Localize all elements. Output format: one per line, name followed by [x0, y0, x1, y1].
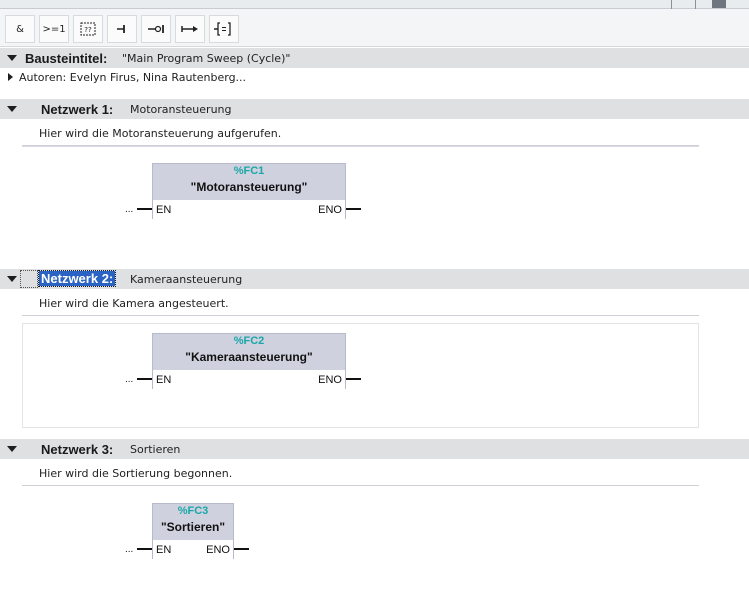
- fc2-eno-pin[interactable]: ENO: [318, 374, 342, 386]
- fc3-block[interactable]: %FC3 "Sortieren" EN ENO: [152, 503, 234, 560]
- negate-button[interactable]: [141, 15, 171, 43]
- network-1-header[interactable]: Netzwerk 1: Motoransteuerung: [0, 99, 749, 119]
- collapse-icon[interactable]: [7, 55, 17, 61]
- empty-box-button[interactable]: ??: [73, 15, 103, 43]
- scroll-notch[interactable]: [712, 0, 726, 8]
- network-2-label[interactable]: Netzwerk 2:: [37, 270, 117, 287]
- assign-icon: [180, 22, 200, 36]
- fc3-eno-wire: [234, 548, 249, 550]
- fc1-eno-pin[interactable]: ENO: [318, 204, 342, 216]
- empty-box-icon: ??: [79, 21, 97, 37]
- fc1-pins: EN ENO: [153, 200, 345, 220]
- network-2-title[interactable]: Kameraansteuerung: [130, 273, 242, 286]
- fc1-eno-wire: [346, 208, 361, 210]
- divider: [671, 0, 672, 9]
- network-2-comment-text: Hier wird die Kamera angesteuert.: [39, 297, 229, 310]
- network-2-body[interactable]: [22, 323, 699, 428]
- fc3-number: %FC3: [177, 505, 209, 517]
- fc1-en-wire: [137, 208, 152, 210]
- fc2-eno-wire: [346, 378, 361, 380]
- divider: [22, 146, 699, 147]
- fc2-en-wire: [137, 378, 152, 380]
- fc3-en-wire: [137, 548, 152, 550]
- network-1-label: Netzwerk 1:: [41, 102, 114, 117]
- network-3-comment[interactable]: Hier wird die Sortierung begonnen.: [22, 464, 699, 486]
- coil-icon: [213, 21, 235, 37]
- network-3-header[interactable]: Netzwerk 3: Sortieren: [0, 439, 749, 459]
- fc1-number: %FC1: [233, 165, 265, 177]
- collapse-icon[interactable]: [7, 446, 17, 452]
- network-2-comment[interactable]: Hier wird die Kamera angesteuert.: [22, 294, 699, 316]
- fc3-en-pin[interactable]: EN: [156, 544, 171, 556]
- row-marker: [20, 270, 38, 288]
- fc3-pins: EN ENO: [153, 540, 233, 560]
- open-branch-button[interactable]: [107, 15, 137, 43]
- divider: [695, 0, 696, 9]
- open-branch-icon: [114, 22, 130, 36]
- network-2-header[interactable]: Netzwerk 2: Kameraansteuerung: [0, 269, 749, 289]
- ladder-toolbar: & >=1 ??: [0, 9, 749, 47]
- network-1-comment-text: Hier wird die Motoransteuerung aufgerufe…: [39, 127, 282, 140]
- authors-row[interactable]: Autoren: Evelyn Firus, Nina Rautenberg..…: [0, 68, 749, 88]
- network-3-comment-text: Hier wird die Sortierung begonnen.: [39, 467, 233, 480]
- collapse-icon[interactable]: [7, 106, 17, 112]
- network-3-label: Netzwerk 3:: [41, 442, 114, 457]
- or-box-label: >=1: [42, 23, 66, 35]
- authors-text: Autoren: Evelyn Firus, Nina Rautenberg..…: [19, 71, 247, 84]
- network-3-title[interactable]: Sortieren: [130, 443, 180, 456]
- fc2-block[interactable]: %FC2 "Kameraansteuerung" EN ENO: [152, 333, 346, 390]
- fc1-block[interactable]: %FC1 "Motoransteuerung" EN ENO: [152, 163, 346, 220]
- fc2-en-pin[interactable]: EN: [156, 374, 171, 386]
- fc1-name: "Motoransteuerung": [190, 180, 308, 194]
- fc1-input-placeholder[interactable]: ...: [125, 204, 133, 215]
- fc2-pins: EN ENO: [153, 370, 345, 390]
- expand-icon[interactable]: [8, 73, 13, 81]
- and-box-label: &: [16, 23, 24, 35]
- block-title-row[interactable]: Bausteintitel: "Main Program Sweep (Cycl…: [0, 48, 749, 68]
- block-title-label: Bausteintitel:: [25, 51, 108, 66]
- or-box-button[interactable]: >=1: [39, 15, 69, 43]
- fc3-name: "Sortieren": [160, 520, 226, 534]
- assign-button[interactable]: [175, 15, 205, 43]
- fc2-name: "Kameraansteuerung": [185, 350, 313, 364]
- svg-text:??: ??: [84, 26, 92, 34]
- fc2-input-placeholder[interactable]: ...: [125, 374, 133, 385]
- set-coil-button[interactable]: [209, 15, 239, 43]
- top-strip: [0, 0, 749, 9]
- block-title-value[interactable]: "Main Program Sweep (Cycle)": [122, 52, 290, 65]
- fc1-en-pin[interactable]: EN: [156, 204, 171, 216]
- network-1-title[interactable]: Motoransteuerung: [130, 103, 232, 116]
- negate-icon: [146, 22, 166, 36]
- collapse-icon[interactable]: [7, 276, 17, 282]
- and-box-button[interactable]: &: [5, 15, 35, 43]
- fc3-eno-pin[interactable]: ENO: [206, 544, 230, 556]
- fc2-number: %FC2: [233, 335, 265, 347]
- network-1-comment[interactable]: Hier wird die Motoransteuerung aufgerufe…: [22, 124, 699, 146]
- fc3-input-placeholder[interactable]: ...: [125, 544, 133, 555]
